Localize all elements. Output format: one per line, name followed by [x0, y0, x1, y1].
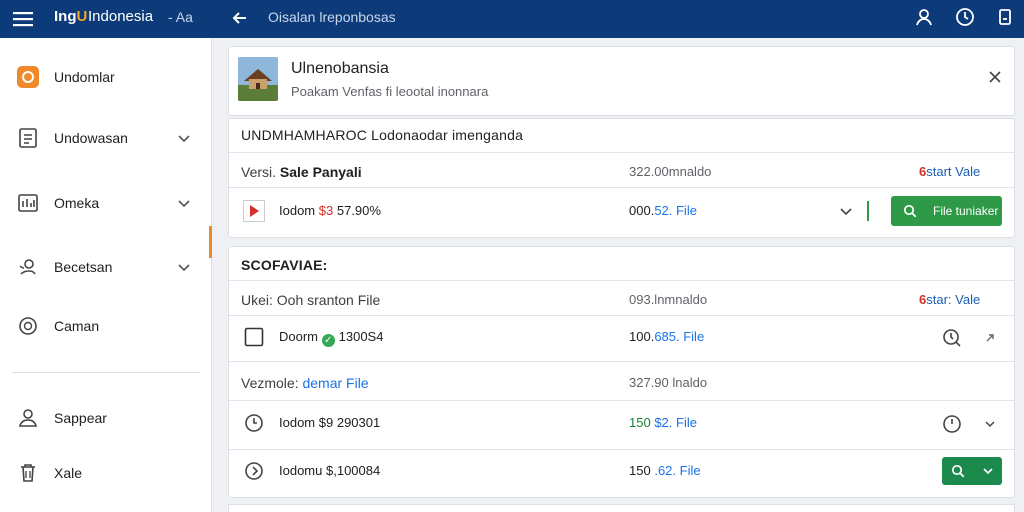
search-icon: [951, 464, 965, 478]
next-panel-edge: [228, 504, 1015, 512]
sidebar: Undomlar Undowasan Omeka Becetsan Caman …: [0, 38, 212, 512]
section-panel: SCOFAVIAE: Ukei: Ooh sranton File 093.ln…: [228, 246, 1015, 498]
app-logo[interactable]: IngU: [54, 8, 87, 25]
file-search-button[interactable]: File tuniaker: [891, 196, 1002, 226]
sidebar-item-home[interactable]: Undomlar: [0, 55, 212, 99]
app-subtitle: - Aa: [168, 9, 193, 25]
header-card: Ulnenobansia Poakam Venfas fi leootal in…: [228, 46, 1015, 116]
divider: [229, 400, 1014, 401]
close-icon[interactable]: [987, 69, 1003, 85]
menu-icon[interactable]: [12, 8, 34, 30]
chevron-down-icon[interactable]: [176, 259, 192, 275]
divider: [229, 361, 1014, 362]
search-dropdown-button[interactable]: [942, 457, 1002, 485]
bookmark-icon[interactable]: [994, 6, 1016, 28]
row-amount: 000.52. File: [629, 203, 697, 218]
divider: [229, 280, 1014, 281]
app-title: Indonesia: [88, 8, 154, 25]
search-icon: [903, 204, 917, 218]
check-icon: ✓: [321, 334, 335, 347]
table-row[interactable]: Iodom $3 57.90% 000.52. File File tuniak…: [229, 191, 1014, 231]
sidebar-divider: [12, 372, 200, 373]
header-amount: 327.90 lnaldo: [629, 375, 708, 390]
breadcrumb: Oisalan lreponbosas: [268, 9, 396, 25]
clock-icon[interactable]: [941, 413, 963, 435]
row-name: Iodom $9 290301: [279, 415, 381, 430]
chevron-down-icon[interactable]: [835, 200, 857, 222]
row-amount: 150 .62. File: [629, 463, 701, 478]
divider: [229, 449, 1014, 450]
sidebar-item-label: Caman: [54, 318, 100, 334]
table-header-row: Ukei: Ooh sranton File 093.lnmnaldo 6sta…: [229, 282, 1014, 316]
header-label: Versi. Sale Panyali: [241, 164, 362, 180]
thumbnail-image[interactable]: [238, 57, 278, 101]
card-subtitle: Poakam Venfas fi leootal inonnara: [291, 84, 489, 99]
user-icon: [16, 406, 40, 430]
sidebar-item-documents[interactable]: Undowasan: [0, 116, 212, 160]
button-label: File tuniaker: [933, 204, 999, 218]
row-amount: 100.685. File: [629, 329, 705, 344]
header-status[interactable]: 6star: Vale: [919, 292, 980, 307]
separator-bar: [867, 201, 869, 221]
clock-icon: [243, 460, 265, 482]
table-row[interactable]: Doorm ✓ 1300S4 100.685. File: [229, 317, 1014, 357]
sidebar-item-delete[interactable]: Xale: [0, 451, 212, 495]
row-name: Iodomu $,100084: [279, 463, 381, 478]
row-name: Doorm ✓ 1300S4: [279, 329, 384, 347]
back-arrow-icon[interactable]: [230, 8, 250, 28]
chevron-down-icon: [982, 465, 994, 477]
home-badge-icon: [16, 65, 40, 89]
row-name: Iodom $3 57.90%: [279, 203, 381, 218]
search-clock-icon[interactable]: [941, 327, 963, 349]
table-header-row: Versi. Sale Panyali 322.00mnaldo 6start …: [229, 154, 1014, 188]
chevron-down-icon[interactable]: [176, 195, 192, 211]
section-title: SCOFAVIAE:: [241, 257, 328, 273]
table-row[interactable]: Iodomu $,100084 150 .62. File: [229, 451, 1014, 491]
chart-icon: [16, 191, 40, 215]
sidebar-item-profile[interactable]: Sappear: [0, 396, 212, 440]
divider: [229, 187, 1014, 188]
sidebar-item-location[interactable]: Becetsan: [0, 245, 212, 289]
divider: [229, 315, 1014, 316]
sidebar-item-charts[interactable]: Omeka: [0, 181, 212, 225]
header-amount: 322.00mnaldo: [629, 164, 712, 179]
sidebar-item-label: Xale: [54, 465, 83, 481]
sidebar-item-label: Undomlar: [54, 69, 115, 85]
top-bar: IngU Indonesia - Aa Oisalan lreponbosas: [0, 0, 1024, 38]
section-title: UNDMHAMHAROC Lodonaodar imenganda: [241, 127, 524, 143]
trash-icon: [16, 461, 40, 485]
sidebar-item-label: Becetsan: [54, 259, 113, 275]
play-icon[interactable]: [243, 200, 265, 222]
clock-icon: [243, 412, 265, 434]
checkbox[interactable]: [243, 326, 265, 348]
header-label: Vezmole: demar File: [241, 375, 369, 391]
section-panel: UNDMHAMHAROC Lodonaodar imenganda Versi.…: [228, 118, 1015, 238]
row-amount: 150 $2. File: [629, 415, 697, 430]
table-header-row: Vezmole: demar File 327.90 lnaldo: [229, 365, 1014, 399]
chevron-down-icon[interactable]: [979, 413, 1001, 435]
document-icon: [16, 126, 40, 150]
clock-icon[interactable]: [954, 6, 976, 28]
table-row[interactable]: Iodom $9 290301 150 $2. File: [229, 403, 1014, 443]
header-amount: 093.lnmnaldo: [629, 292, 708, 307]
header-status[interactable]: 6start Vale: [919, 164, 980, 179]
coin-icon: [16, 314, 40, 338]
expand-icon[interactable]: [979, 327, 1001, 349]
card-title: Ulnenobansia: [291, 60, 389, 77]
sidebar-item-label: Undowasan: [54, 130, 128, 146]
divider: [229, 152, 1014, 153]
sidebar-item-label: Omeka: [54, 195, 100, 211]
sidebar-item-payments[interactable]: Caman: [0, 304, 212, 348]
account-icon[interactable]: [913, 6, 935, 28]
sidebar-item-label: Sappear: [54, 410, 107, 426]
person-pin-icon: [16, 255, 40, 279]
chevron-down-icon[interactable]: [176, 130, 192, 146]
header-label: Ukei: Ooh sranton File: [241, 292, 381, 308]
